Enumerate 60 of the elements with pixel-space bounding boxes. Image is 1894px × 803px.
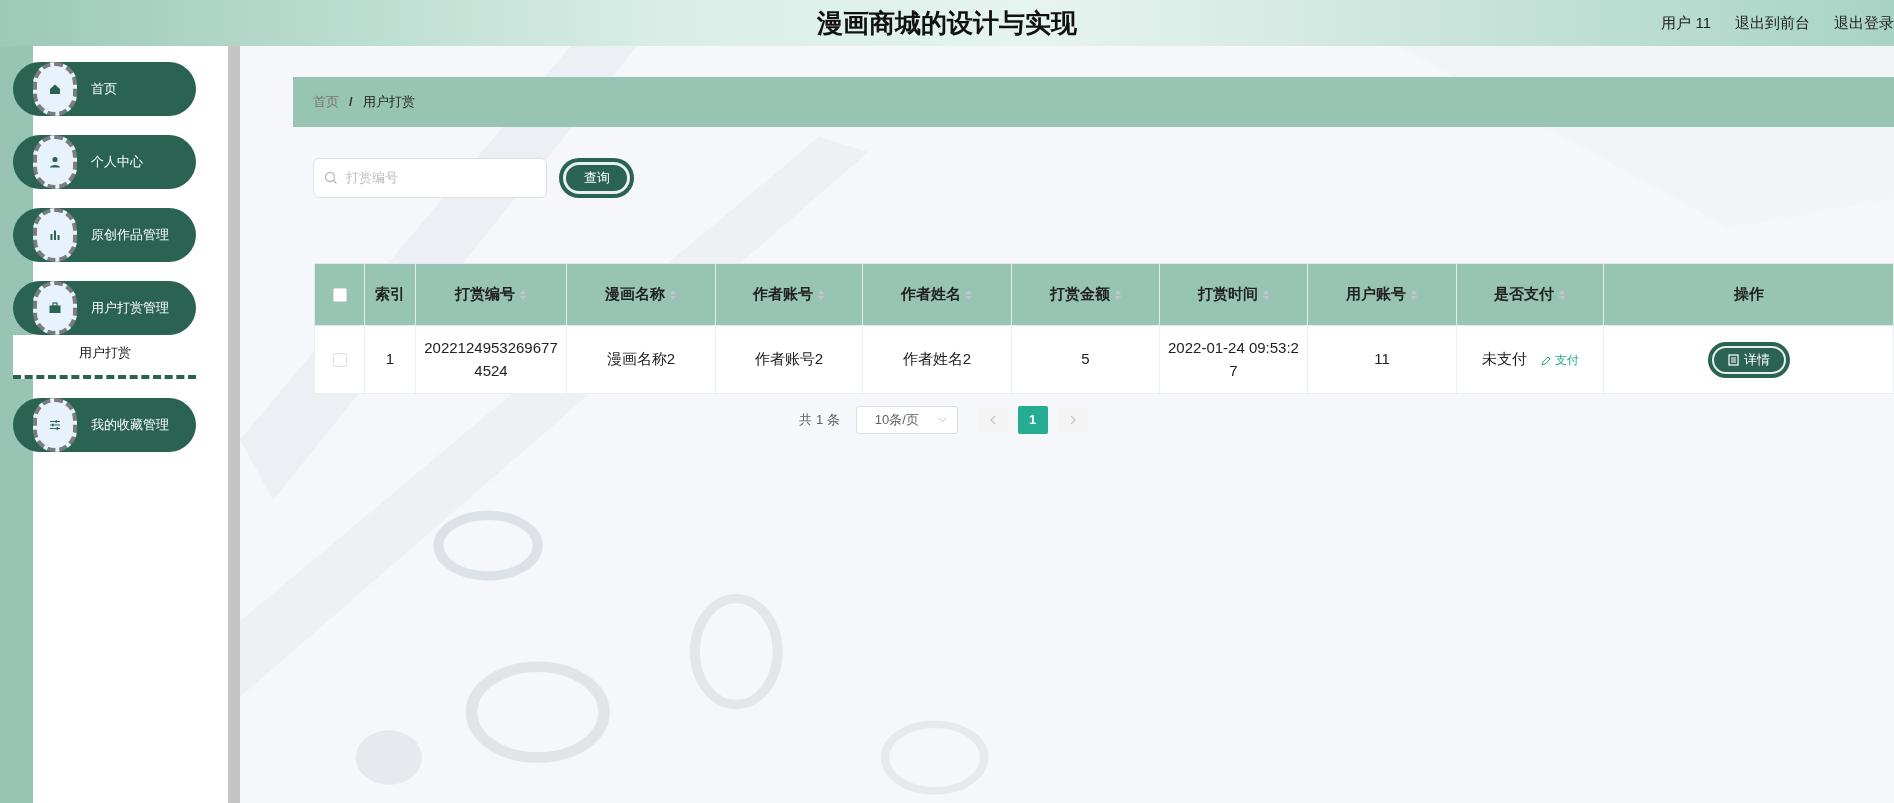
bar-chart-icon — [48, 228, 62, 242]
sort-icon[interactable] — [1558, 289, 1566, 302]
table-cell: 作者账号2 — [754, 350, 824, 368]
table-cell: 20221249532696774524 — [424, 339, 558, 379]
sidebar-item[interactable]: 个人中心 — [13, 135, 196, 189]
table-cell: 1 — [385, 350, 395, 368]
user-link[interactable]: 用户 11 — [1661, 11, 1711, 35]
column-header: 索引 — [364, 263, 416, 326]
sidebar-item[interactable]: 首页 — [13, 62, 196, 116]
table-cell: 漫画名称2 — [606, 350, 676, 368]
sidebar-item[interactable]: 我的收藏管理 — [13, 397, 196, 452]
search-input[interactable]: 打赏编号 — [344, 167, 524, 189]
column-header[interactable]: 用户账号 — [1307, 263, 1457, 326]
column-header[interactable]: 作者姓名 — [862, 263, 1012, 326]
next-page-button[interactable] — [1057, 406, 1088, 434]
sort-icon[interactable] — [519, 289, 527, 302]
table-cell: 11 — [1374, 350, 1390, 368]
chevron-right-icon — [1069, 415, 1076, 425]
logout-link[interactable]: 退出登录 — [1834, 11, 1894, 35]
front-link[interactable]: 退出到前台 — [1735, 11, 1810, 35]
sidebar-item[interactable]: 用户打赏管理 — [13, 281, 196, 335]
sort-icon[interactable] — [817, 289, 825, 302]
prev-page-button[interactable] — [977, 406, 1008, 434]
table-cell: 未支付 — [1481, 350, 1527, 368]
sliders-icon — [48, 417, 62, 432]
sort-icon[interactable] — [1113, 289, 1122, 302]
row-checkbox[interactable] — [332, 353, 347, 368]
document-icon — [1727, 353, 1739, 366]
chevron-down-icon — [937, 417, 947, 423]
sort-icon[interactable] — [1410, 289, 1418, 302]
search-button[interactable]: 查询 — [559, 158, 634, 198]
edit-icon — [1540, 356, 1551, 367]
briefcase-icon — [48, 301, 62, 315]
breadcrumb-item: 用户打赏 — [362, 93, 415, 112]
user-icon — [48, 155, 62, 169]
sort-icon[interactable] — [1261, 289, 1270, 302]
home-icon — [48, 82, 62, 96]
column-header: 操作 — [1603, 263, 1894, 326]
site-title: 漫画商城的设计与实现 — [817, 6, 1077, 40]
sort-icon[interactable] — [965, 289, 973, 302]
page-size-select[interactable]: 10条/页 — [855, 406, 958, 434]
column-header[interactable]: 打赏时间 — [1159, 263, 1308, 326]
table-cell: 2022-01-24 09:53:27 — [1168, 339, 1299, 379]
select-all-checkbox[interactable] — [332, 288, 347, 303]
column-header[interactable]: 打赏编号 — [415, 263, 567, 326]
breadcrumb-separator: / — [349, 93, 353, 112]
chevron-left-icon — [989, 415, 996, 425]
search-icon — [324, 171, 338, 185]
column-header[interactable]: 是否支付 — [1456, 263, 1604, 326]
search-field[interactable]: 打赏编号 — [313, 158, 547, 198]
column-header[interactable]: 作者账号 — [715, 263, 863, 326]
column-header[interactable]: 打赏金额 — [1011, 263, 1160, 326]
total-count: 共 1 条 — [799, 411, 840, 430]
sidebar-item[interactable]: 原创作品管理 — [13, 208, 196, 262]
column-header[interactable]: 漫画名称 — [566, 263, 716, 326]
details-button[interactable]: 详情 — [1707, 341, 1790, 378]
sidebar-subitem[interactable]: 用户打赏 — [13, 335, 196, 379]
sort-icon[interactable] — [669, 289, 677, 302]
table-cell: 5 — [1081, 350, 1090, 368]
table-cell: 作者姓名2 — [902, 350, 972, 368]
